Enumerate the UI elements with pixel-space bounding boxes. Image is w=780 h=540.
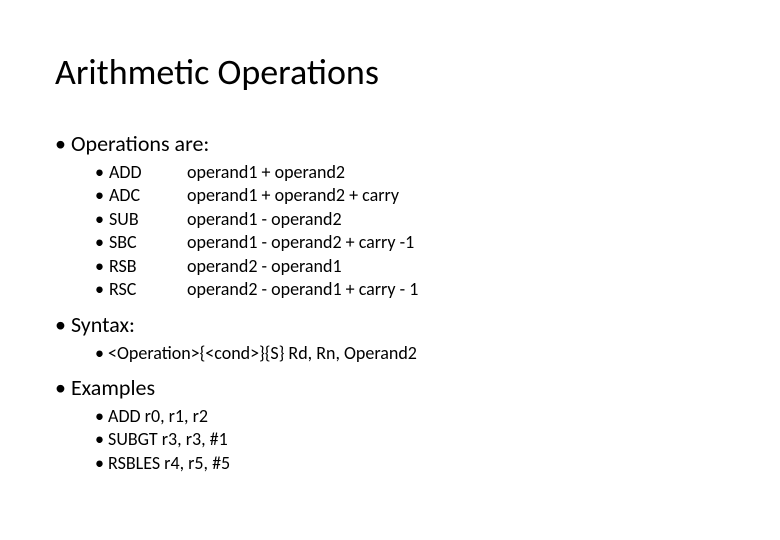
example-item: SUBGT r3, r3, #1 <box>95 428 725 451</box>
op-row: • SBC operand1 - operand2 + carry -1 <box>95 231 725 254</box>
operations-table: • ADD operand1 + operand2 • ADC operand1… <box>95 161 725 301</box>
op-row: • ADC operand1 + operand2 + carry <box>95 184 725 207</box>
op-desc: operand2 - operand1 <box>187 255 725 278</box>
bullet-icon: • <box>95 208 109 231</box>
examples-heading: Examples <box>55 374 725 401</box>
op-row: • RSC operand2 - operand1 + carry - 1 <box>95 278 725 301</box>
bullet-icon: • <box>95 255 109 278</box>
op-desc: operand1 + operand2 + carry <box>187 184 725 207</box>
operations-heading: Operations are: <box>55 130 725 157</box>
bullet-icon: • <box>95 184 109 207</box>
op-row: • SUB operand1 - operand2 <box>95 208 725 231</box>
op-mnemonic: SBC <box>109 231 187 254</box>
example-item: ADD r0, r1, r2 <box>95 405 725 428</box>
op-desc: operand1 - operand2 <box>187 208 725 231</box>
syntax-heading: Syntax: <box>55 311 725 338</box>
op-row: • ADD operand1 + operand2 <box>95 161 725 184</box>
op-mnemonic: SUB <box>109 208 187 231</box>
op-mnemonic: RSC <box>109 278 187 301</box>
op-mnemonic: RSB <box>109 255 187 278</box>
op-desc: operand1 + operand2 <box>187 161 725 184</box>
op-desc: operand2 - operand1 + carry - 1 <box>187 278 725 301</box>
op-mnemonic: ADD <box>109 161 187 184</box>
op-row: • RSB operand2 - operand1 <box>95 255 725 278</box>
bullet-icon: • <box>95 278 109 301</box>
syntax-line: <Operation>{<cond>}{S} Rd, Rn, Operand2 <box>95 342 725 365</box>
op-mnemonic: ADC <box>109 184 187 207</box>
bullet-icon: • <box>95 231 109 254</box>
example-item: RSBLES r4, r5, #5 <box>95 452 725 475</box>
slide: Arithmetic Operations Operations are: • … <box>0 0 780 505</box>
bullet-icon: • <box>95 161 109 184</box>
slide-title: Arithmetic Operations <box>55 50 725 94</box>
op-desc: operand1 - operand2 + carry -1 <box>187 231 725 254</box>
